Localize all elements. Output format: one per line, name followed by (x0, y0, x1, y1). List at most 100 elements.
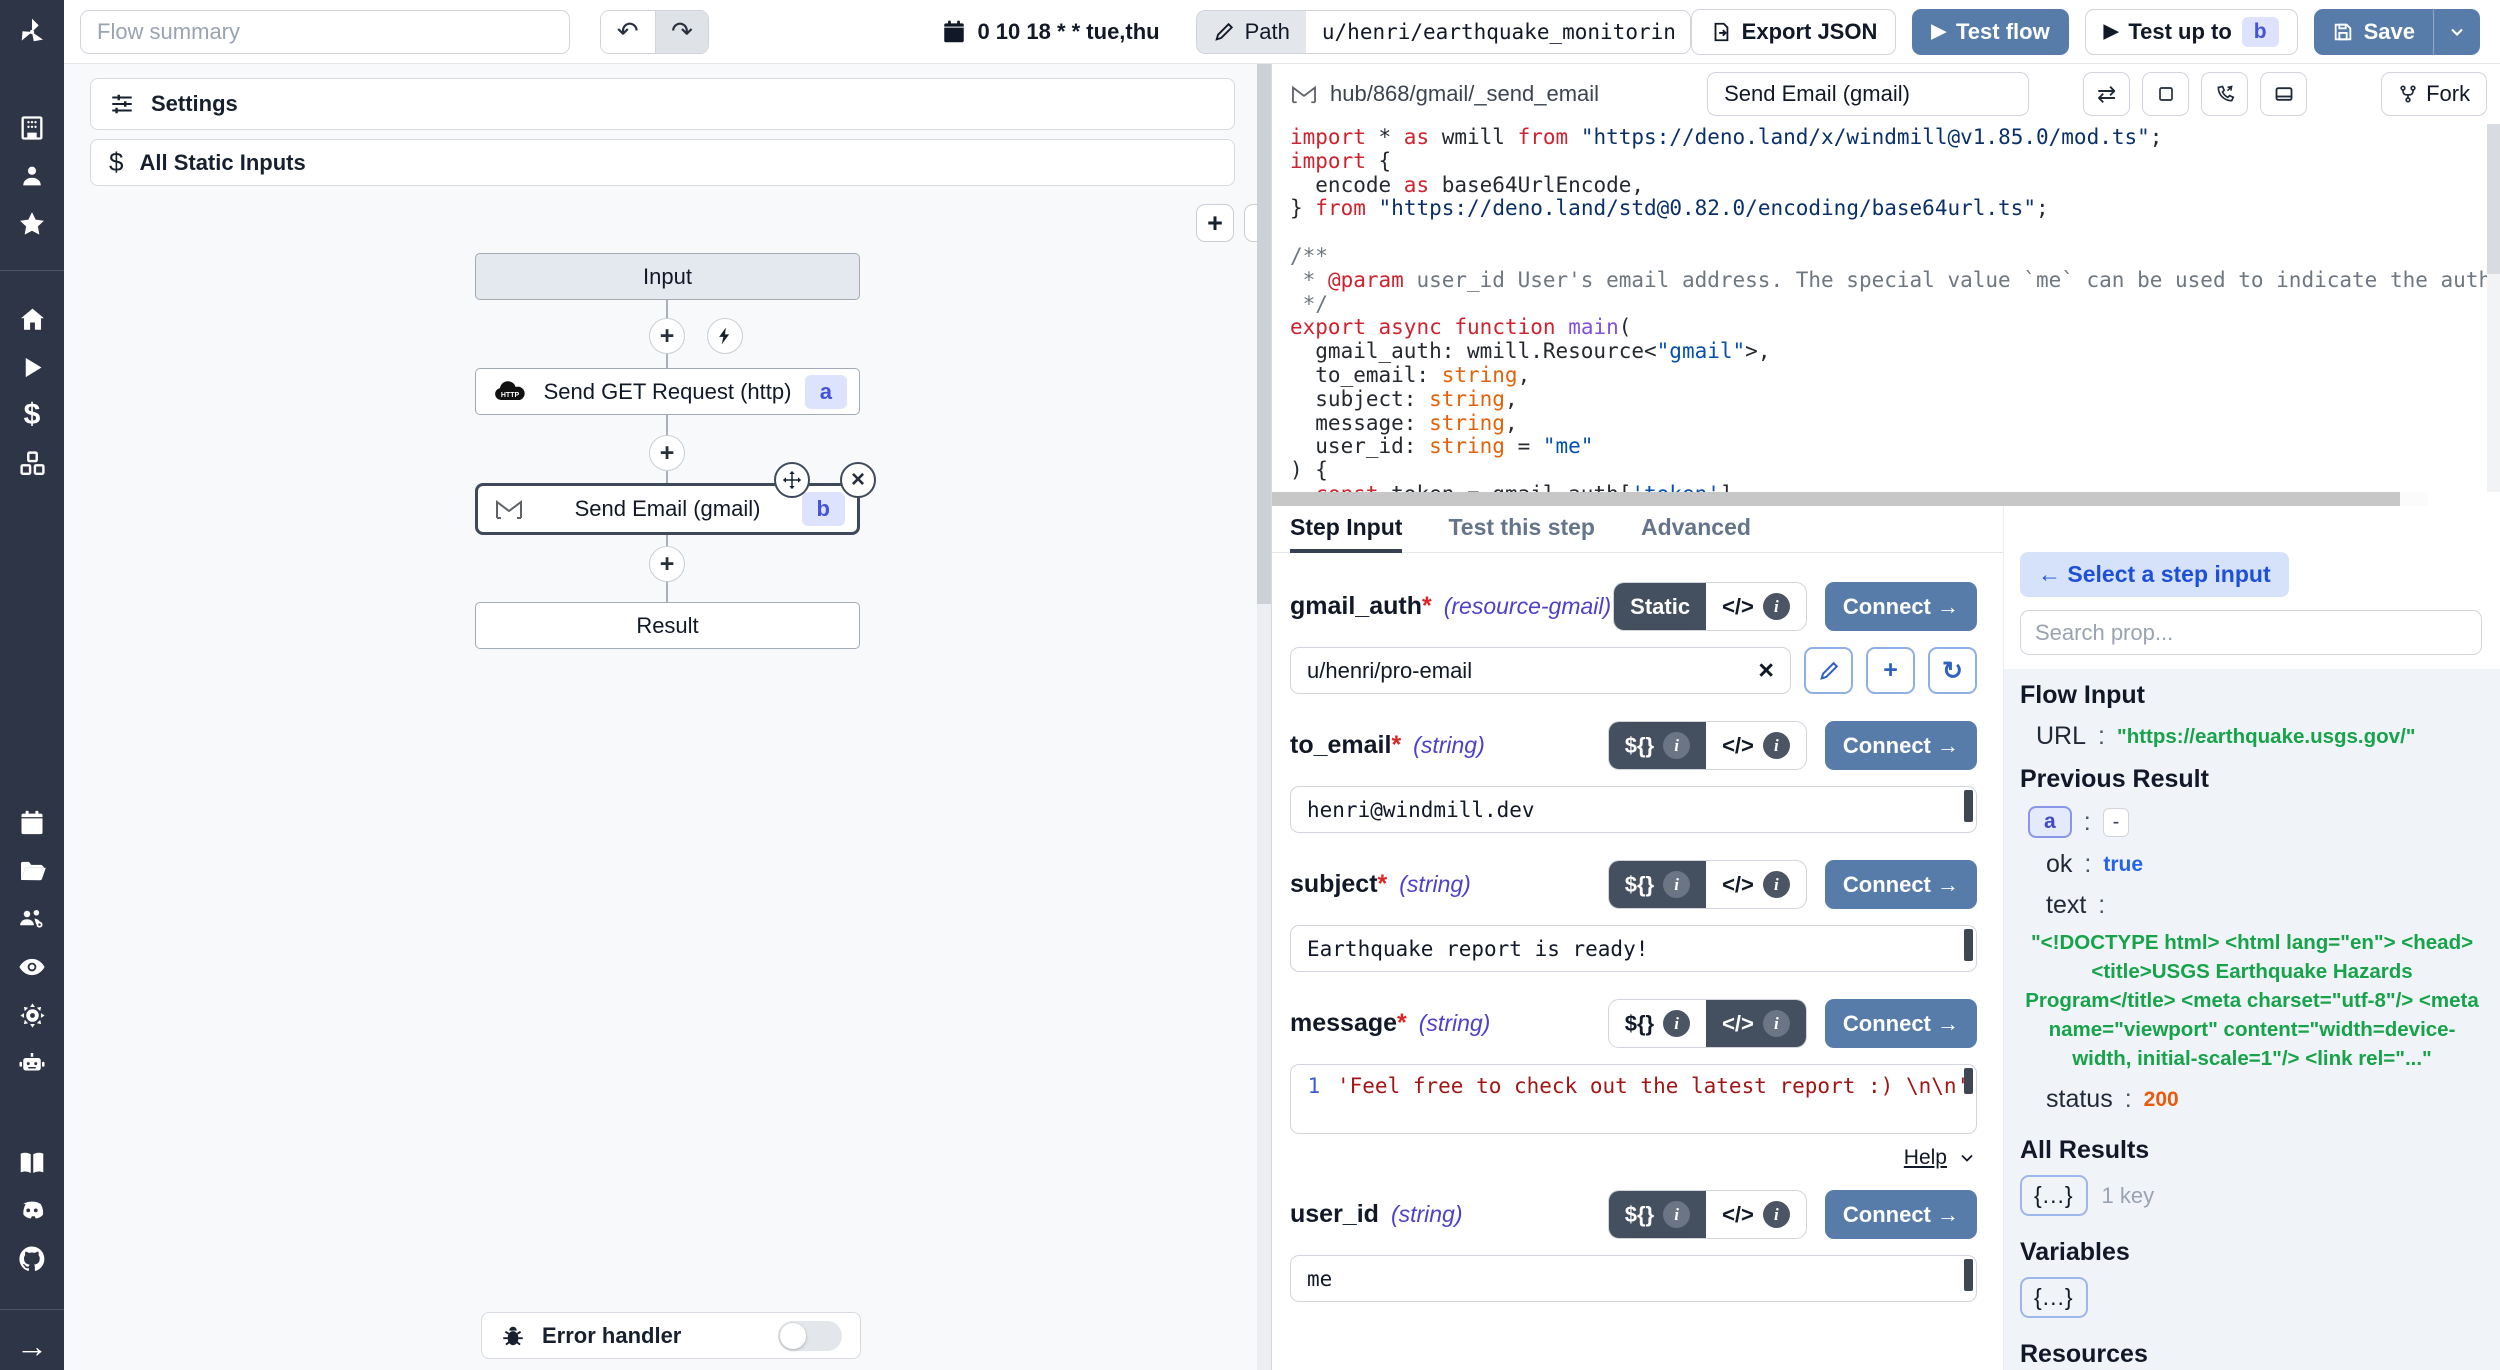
result-status-row[interactable]: status : 200 (2046, 1085, 2484, 1114)
docs-book-icon[interactable] (0, 1139, 64, 1187)
mode-javascript[interactable]: </>i (1706, 861, 1806, 908)
schedules-calendar-icon[interactable] (0, 799, 64, 847)
message-code-editor[interactable]: 1 'Feel free to check out the latest rep… (1290, 1064, 1977, 1134)
phone-incoming-button[interactable] (2201, 72, 2248, 116)
select-step-input-button[interactable]: ← Select a step input (2020, 552, 2289, 597)
discord-icon[interactable] (0, 1187, 64, 1235)
subject-input[interactable] (1291, 926, 1976, 971)
mode-template[interactable]: ${}i (1609, 722, 1706, 769)
refresh-resource-button[interactable]: ↻ (1928, 647, 1977, 694)
flow-summary-input[interactable] (80, 10, 570, 54)
zoom-in-button[interactable]: + (1196, 204, 1234, 242)
info-icon[interactable]: i (1763, 732, 1790, 759)
result-text-row[interactable]: text : (2046, 891, 2484, 920)
undo-button[interactable]: ↶ (601, 11, 655, 53)
tab-step-input[interactable]: Step Input (1290, 506, 1402, 553)
connect-button[interactable]: Connect → (1825, 860, 1977, 909)
info-icon[interactable]: i (1663, 732, 1690, 759)
all-static-inputs-button[interactable]: $ All Static Inputs (90, 139, 1235, 186)
audit-eye-icon[interactable] (0, 943, 64, 991)
workspace-icon[interactable] (0, 104, 64, 152)
mode-javascript[interactable]: </>i (1706, 1000, 1806, 1047)
hub-script-path[interactable]: hub/868/gmail/_send_email (1290, 81, 1599, 107)
info-icon[interactable]: i (1763, 871, 1790, 898)
mode-template[interactable]: ${}i (1609, 1191, 1706, 1238)
resources-cubes-icon[interactable] (0, 439, 64, 487)
info-icon[interactable]: i (1663, 871, 1690, 898)
delete-step-button[interactable]: × (840, 462, 876, 498)
windmill-logo-icon[interactable] (0, 8, 64, 56)
gmail-auth-input[interactable] (1291, 648, 1742, 693)
info-icon[interactable]: i (1663, 1201, 1690, 1228)
move-step-button[interactable] (774, 462, 810, 498)
flow-panel-scrollbar[interactable] (1257, 64, 1271, 1370)
trigger-bolt-button[interactable] (707, 318, 743, 354)
flow-node-input[interactable]: Input (475, 253, 860, 300)
insert-step-button[interactable]: + (649, 318, 685, 354)
collapse-arrow-icon[interactable]: → (0, 1322, 64, 1370)
groups-users-icon[interactable] (0, 895, 64, 943)
connect-button[interactable]: Connect → (1825, 999, 1977, 1048)
mode-javascript[interactable]: </>i (1706, 583, 1806, 630)
edit-resource-button[interactable] (1804, 647, 1853, 694)
folders-icon[interactable] (0, 847, 64, 895)
save-button[interactable]: Save (2314, 9, 2434, 55)
all-results-expand-chip[interactable]: {...} (2020, 1175, 2088, 1216)
insert-step-button[interactable]: + (649, 546, 685, 582)
insert-step-button[interactable]: + (649, 435, 685, 471)
result-ok-row[interactable]: ok : true (2046, 850, 2484, 879)
path-chip[interactable]: Path u/henri/earthquake_monitorin (1196, 10, 1691, 54)
collapsed-value-chip[interactable]: - (2103, 808, 2130, 837)
test-up-to-button[interactable]: ▶ Test up to b (2085, 9, 2298, 55)
mode-template[interactable]: ${}i (1609, 861, 1706, 908)
add-resource-button[interactable]: + (1866, 647, 1915, 694)
to-email-input[interactable] (1291, 787, 1976, 832)
save-dropdown-button[interactable] (2434, 9, 2480, 55)
connect-button[interactable]: Connect → (1825, 1190, 1977, 1239)
step-a-chip[interactable]: a (2028, 806, 2072, 838)
code-horizontal-scrollbar[interactable] (1272, 492, 2428, 506)
help-link[interactable]: Help (1904, 1146, 1947, 1170)
flow-input-url-row[interactable]: URL : "https://earthquake.usgs.gov/" (2036, 722, 2484, 751)
github-icon[interactable] (0, 1235, 64, 1283)
clear-resource-button[interactable]: × (1742, 655, 1790, 686)
variables-expand-chip[interactable]: {...} (2020, 1277, 2088, 1318)
text-value[interactable]: "<!DOCTYPE html> <html lang="en"> <head>… (2022, 928, 2482, 1073)
error-handler-toggle[interactable] (778, 1321, 842, 1351)
info-icon[interactable]: i (1763, 593, 1790, 620)
dock-panel-button[interactable] (2260, 72, 2307, 116)
step-summary-input[interactable] (1707, 72, 2029, 116)
search-prop-input[interactable] (2020, 610, 2482, 655)
code-vertical-scrollbar[interactable] (2487, 124, 2500, 492)
maximize-button[interactable] (2142, 72, 2189, 116)
redo-button[interactable]: ↷ (655, 11, 709, 53)
connect-button[interactable]: Connect → (1825, 721, 1977, 770)
connect-button[interactable]: Connect → (1825, 582, 1977, 631)
user-icon[interactable] (0, 152, 64, 200)
mode-javascript[interactable]: </>i (1706, 1191, 1806, 1238)
variables-dollar-icon[interactable]: $ (0, 391, 64, 439)
workers-robot-icon[interactable] (0, 1039, 64, 1087)
info-icon[interactable]: i (1763, 1010, 1790, 1037)
user-id-input[interactable] (1291, 1256, 1976, 1301)
flow-node-result[interactable]: Result (475, 602, 860, 649)
fork-button[interactable]: Fork (2381, 72, 2487, 116)
tab-advanced[interactable]: Advanced (1641, 506, 1751, 553)
runs-play-icon[interactable] (0, 343, 64, 391)
test-flow-button[interactable]: ▶ Test flow (1912, 9, 2068, 55)
tab-test-this-step[interactable]: Test this step (1448, 506, 1595, 553)
home-icon[interactable] (0, 295, 64, 343)
swap-arrows-button[interactable]: ⇄ (2083, 72, 2130, 116)
info-icon[interactable]: i (1763, 1201, 1790, 1228)
flow-settings-button[interactable]: Settings (90, 78, 1235, 130)
error-handler-row[interactable]: Error handler (481, 1312, 861, 1359)
flow-node-http[interactable]: HTTP Send GET Request (http) a (475, 368, 860, 415)
settings-gear-icon[interactable] (0, 991, 64, 1039)
schedule-display[interactable]: 0 10 18 * * tue,thu (941, 19, 1159, 45)
mode-template[interactable]: ${}i (1609, 1000, 1706, 1047)
mode-javascript[interactable]: </>i (1706, 722, 1806, 769)
result-a-row[interactable]: a : - (2028, 806, 2484, 838)
mode-static[interactable]: Static (1614, 583, 1706, 630)
favorites-star-icon[interactable] (0, 200, 64, 248)
export-json-button[interactable]: Export JSON (1691, 9, 1897, 55)
